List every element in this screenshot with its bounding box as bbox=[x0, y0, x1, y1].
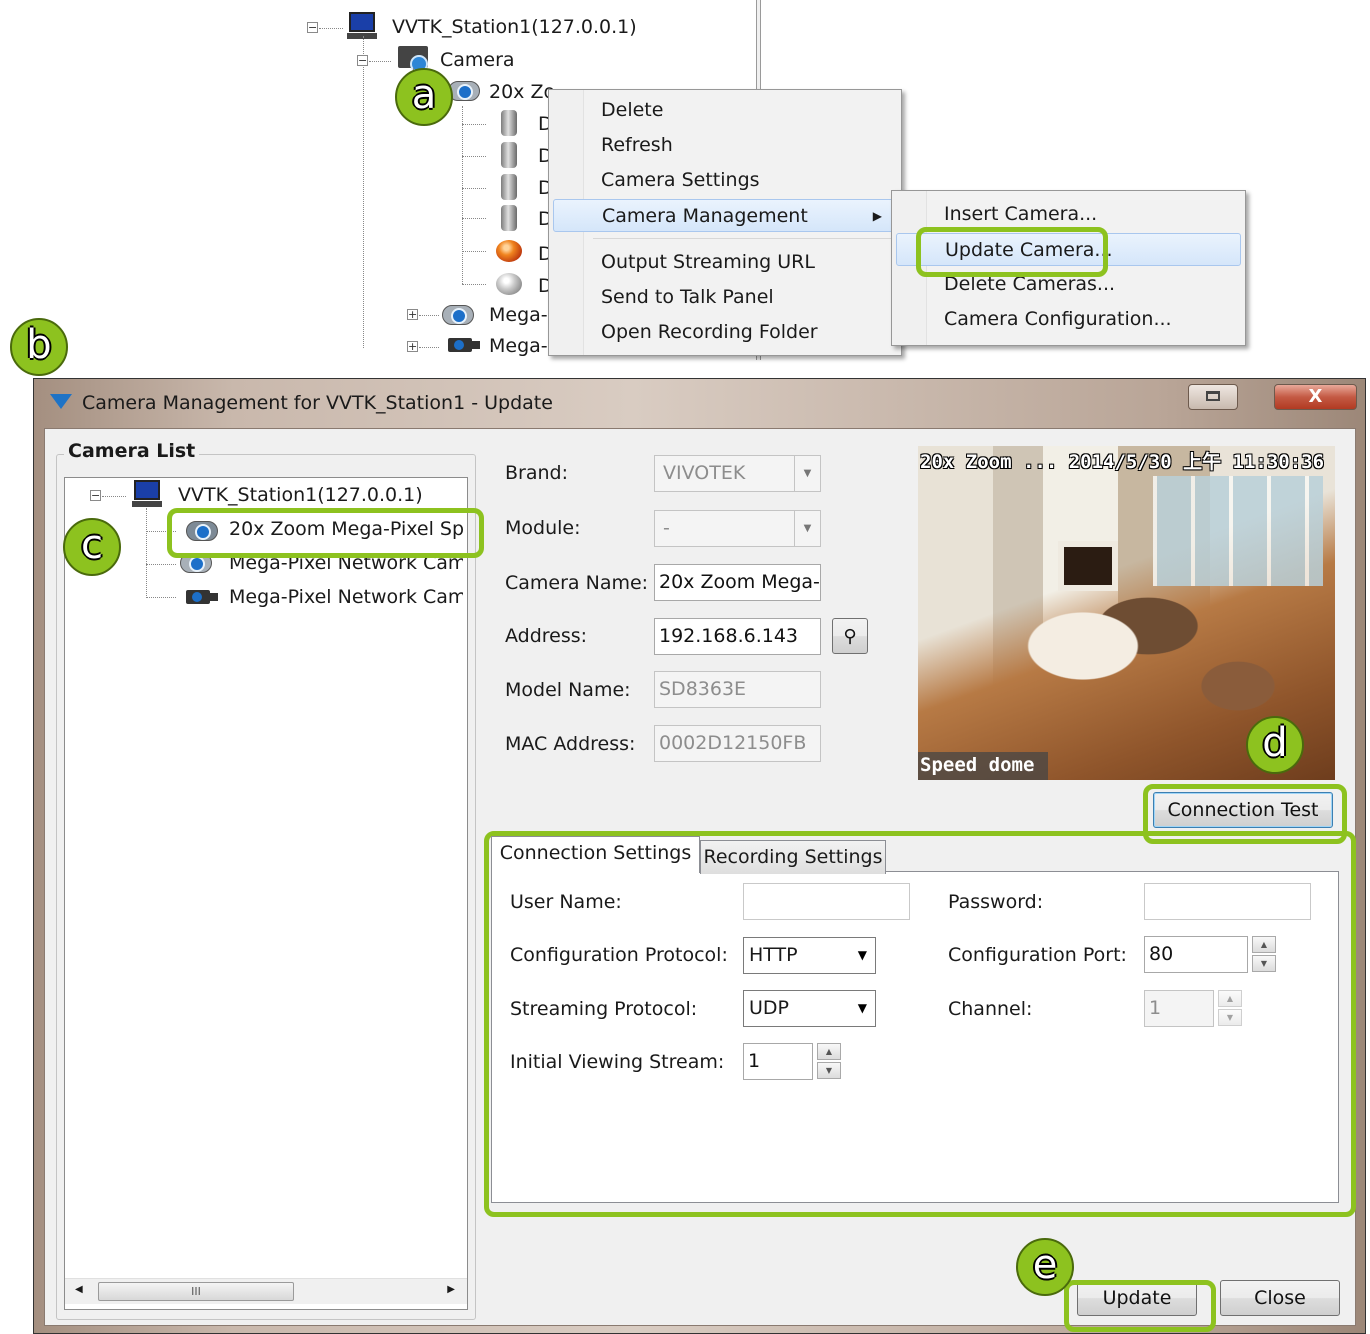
list-camera-label: Mega-Pixel Network Came bbox=[229, 586, 463, 608]
submenu-arrow-icon: ▶ bbox=[872, 209, 882, 223]
station-label[interactable]: VVTK_Station1(127.0.0.1) bbox=[392, 16, 637, 38]
address-input[interactable]: 192.168.6.143 bbox=[654, 618, 821, 655]
camera-expand-toggle[interactable]: + bbox=[407, 341, 418, 352]
list-station-collapse-toggle[interactable]: − bbox=[90, 490, 101, 501]
camera-folder-label[interactable]: Camera bbox=[440, 49, 515, 71]
selected-camera-label[interactable]: 20x Zo bbox=[489, 81, 555, 103]
scroll-thumb[interactable]: III bbox=[98, 1282, 294, 1301]
box-camera-icon bbox=[446, 335, 482, 355]
motion-alarm-icon bbox=[496, 240, 522, 262]
scroll-left-icon[interactable]: ◀ bbox=[75, 1284, 83, 1295]
camera-list-hscrollbar[interactable]: ◀ III ▶ bbox=[65, 1278, 467, 1304]
scroll-right-icon[interactable]: ▶ bbox=[447, 1284, 455, 1295]
callout-a: a bbox=[395, 68, 453, 126]
app-logo-icon bbox=[50, 394, 72, 409]
menu-item-send-to-talk-panel[interactable]: Send to Talk Panel bbox=[553, 281, 897, 314]
menu-item-camera-configuration[interactable]: Camera Configuration... bbox=[896, 303, 1241, 336]
update-button-highlight bbox=[1064, 1280, 1216, 1332]
menu-item-camera-management-label: Camera Management bbox=[602, 205, 808, 227]
module-value: - bbox=[663, 517, 670, 539]
network-camera-icon bbox=[440, 302, 474, 326]
brand-label: Brand: bbox=[505, 462, 568, 484]
context-menu: Delete Refresh Camera Settings Camera Ma… bbox=[548, 89, 902, 356]
list-camera-row[interactable]: Mega-Pixel Network Came bbox=[178, 584, 466, 612]
digital-output-icon bbox=[501, 174, 517, 200]
preview-overlay-bottom: Speed dome bbox=[920, 754, 1035, 776]
digital-input-icon bbox=[501, 142, 517, 168]
preview-fireplace bbox=[1058, 541, 1118, 591]
menu-item-delete[interactable]: Delete bbox=[553, 94, 897, 127]
module-combo: - ▼ bbox=[654, 510, 821, 547]
search-camera-icon: ⚲ bbox=[843, 626, 857, 647]
station-collapse-toggle[interactable]: − bbox=[307, 22, 318, 33]
tab-connection-settings[interactable]: Connection Settings bbox=[491, 836, 700, 873]
callout-e: e bbox=[1016, 1238, 1074, 1296]
menu-item-open-recording-folder[interactable]: Open Recording Folder bbox=[553, 316, 897, 349]
close-x-icon: X bbox=[1308, 386, 1323, 407]
mac-address-field: 0002D12150FB bbox=[654, 725, 821, 762]
brand-value: VIVOTEK bbox=[663, 462, 746, 484]
menu-item-camera-settings[interactable]: Camera Settings bbox=[553, 164, 897, 197]
address-search-button[interactable]: ⚲ bbox=[832, 618, 868, 654]
camera-name-input[interactable]: 20x Zoom Mega-F bbox=[654, 564, 821, 601]
restore-button[interactable] bbox=[1188, 384, 1238, 410]
camera-folder-collapse-toggle[interactable]: − bbox=[357, 55, 368, 66]
box-camera-icon bbox=[184, 587, 220, 607]
scroll-thumb-grip-icon: III bbox=[191, 1285, 201, 1298]
model-name-field: SD8363E bbox=[654, 671, 821, 708]
close-button[interactable]: Close bbox=[1220, 1280, 1340, 1316]
list-station-icon bbox=[132, 480, 162, 508]
preview-window-frames bbox=[1153, 476, 1323, 586]
camera-name-label: Camera Name: bbox=[505, 572, 649, 594]
close-window-button[interactable]: X bbox=[1274, 384, 1357, 410]
brand-combo: VIVOTEK ▼ bbox=[654, 455, 821, 492]
mac-address-label: MAC Address: bbox=[505, 733, 636, 755]
station-icon bbox=[347, 12, 377, 40]
preview-overlay-top: 20x Zoom ... 2014/5/30 上午 11:30:36 bbox=[920, 451, 1325, 473]
model-name-label: Model Name: bbox=[505, 679, 631, 701]
settings-tabs-highlight bbox=[484, 831, 1356, 1217]
brand-dropdown-icon: ▼ bbox=[794, 456, 820, 491]
address-label: Address: bbox=[505, 625, 588, 647]
menu-item-output-streaming-url[interactable]: Output Streaming URL bbox=[553, 246, 897, 279]
module-dropdown-icon: ▼ bbox=[794, 511, 820, 546]
camera-list-title: Camera List bbox=[64, 440, 200, 462]
update-camera-highlight bbox=[916, 227, 1108, 277]
selected-camera-highlight bbox=[167, 508, 484, 558]
digital-output-icon bbox=[501, 205, 517, 231]
dialog-title: Camera Management for VVTK_Station1 - Up… bbox=[82, 392, 553, 414]
module-label: Module: bbox=[505, 517, 581, 539]
menu-item-camera-management[interactable]: Camera Management ▶ bbox=[553, 199, 897, 232]
callout-c: c bbox=[63, 518, 121, 576]
digital-input-icon bbox=[501, 110, 517, 136]
menu-item-refresh[interactable]: Refresh bbox=[553, 129, 897, 162]
event-indicator-icon bbox=[496, 273, 522, 295]
list-station-label[interactable]: VVTK_Station1(127.0.0.1) bbox=[178, 484, 423, 506]
callout-d: d bbox=[1246, 716, 1304, 774]
camera-expand-toggle[interactable]: + bbox=[407, 309, 418, 320]
callout-b: b bbox=[10, 318, 68, 376]
restore-icon bbox=[1206, 391, 1220, 401]
